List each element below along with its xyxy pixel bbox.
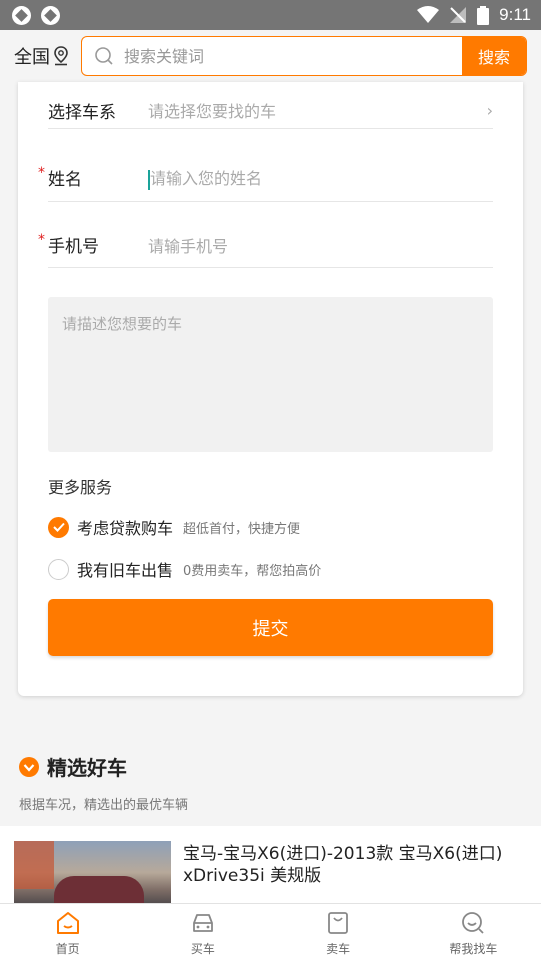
- sell-car-option-desc: 0费用卖车，帮您拍高价: [183, 563, 322, 579]
- required-mark: *: [38, 165, 45, 181]
- nav-sell-car-label: 卖车: [326, 941, 351, 956]
- loan-option[interactable]: 考虑贷款购车 超低首付，快捷方便: [48, 515, 300, 539]
- series-placeholder: 请选择您要找的车: [148, 102, 277, 121]
- nav-sell-car[interactable]: 卖车: [271, 904, 406, 963]
- sell-car-option-label: 我有旧车出售: [77, 561, 174, 580]
- region-selector[interactable]: 全国: [14, 43, 69, 69]
- sell-car-option[interactable]: 我有旧车出售 0费用卖车，帮您拍高价: [48, 557, 321, 581]
- bag-icon: [328, 911, 349, 934]
- location-pin-icon: [54, 46, 68, 66]
- car-icon: [192, 913, 213, 932]
- status-time: 9:11: [499, 5, 531, 24]
- submit-button[interactable]: 提交: [48, 599, 493, 656]
- car-title: 宝马-宝马X6(进口)-2013款 宝马X6(进口) xDrive35i 美规版: [183, 844, 503, 886]
- heart-badge-icon: [19, 756, 39, 777]
- description-textarea[interactable]: 请描述您想要的车: [48, 297, 493, 452]
- series-label: 选择车系: [48, 102, 116, 123]
- region-label: 全国: [14, 47, 50, 68]
- loan-option-label: 考虑贷款购车: [77, 519, 174, 538]
- battery-icon: [477, 5, 490, 25]
- nav-buy-car[interactable]: 买车: [135, 904, 270, 963]
- nav-find-car-label: 帮我找车: [449, 941, 498, 956]
- nav-home[interactable]: 首页: [0, 904, 135, 963]
- bottom-navigation: 首页 买车 卖车 帮我找车: [0, 903, 541, 963]
- nav-find-car[interactable]: 帮我找车: [406, 904, 541, 963]
- nav-buy-car-label: 买车: [190, 941, 215, 956]
- app-notification-icon: [12, 5, 31, 25]
- search-input[interactable]: [124, 46, 462, 66]
- no-signal-icon: [450, 7, 467, 23]
- search-button[interactable]: 搜索: [462, 37, 526, 75]
- status-bar: 9:11: [0, 0, 541, 30]
- app-notification-icon: [41, 5, 60, 25]
- wifi-icon: [417, 6, 440, 23]
- home-icon: [56, 911, 79, 934]
- chevron-right-icon: ›: [486, 100, 493, 120]
- required-mark: *: [38, 232, 45, 248]
- phone-label: * 手机号: [38, 232, 99, 257]
- section-subtitle: 根据车况，精选出的最优车辆: [19, 798, 189, 813]
- phone-input[interactable]: 请输手机号: [148, 233, 493, 257]
- loan-option-desc: 超低首付，快捷方便: [183, 521, 301, 537]
- section-header: 精选好车: [19, 752, 127, 781]
- name-input[interactable]: 请输入您的姓名: [148, 165, 493, 190]
- search-box: 搜索: [81, 36, 527, 76]
- nav-home-label: 首页: [55, 941, 80, 956]
- phone-row: * 手机号 请输手机号: [38, 222, 493, 268]
- more-services-title: 更多服务: [48, 478, 113, 497]
- checked-icon[interactable]: [48, 516, 69, 538]
- car-thumbnail: [14, 841, 171, 906]
- top-header: 全国 搜索: [0, 30, 541, 82]
- search-icon: [95, 47, 113, 65]
- series-select-row[interactable]: 选择车系 请选择您要找的车 ›: [48, 92, 493, 129]
- name-row: * 姓名 请输入您的姓名: [38, 154, 493, 202]
- unchecked-icon[interactable]: [48, 558, 69, 580]
- car-request-form: 选择车系 请选择您要找的车 › * 姓名 请输入您的姓名 * 手机号 请输手机号…: [18, 82, 523, 696]
- name-label: * 姓名: [38, 165, 82, 190]
- search-face-icon: [462, 911, 485, 934]
- car-list-item[interactable]: 宝马-宝马X6(进口)-2013款 宝马X6(进口) xDrive35i 美规版: [0, 826, 541, 906]
- section-title: 精选好车: [47, 756, 127, 780]
